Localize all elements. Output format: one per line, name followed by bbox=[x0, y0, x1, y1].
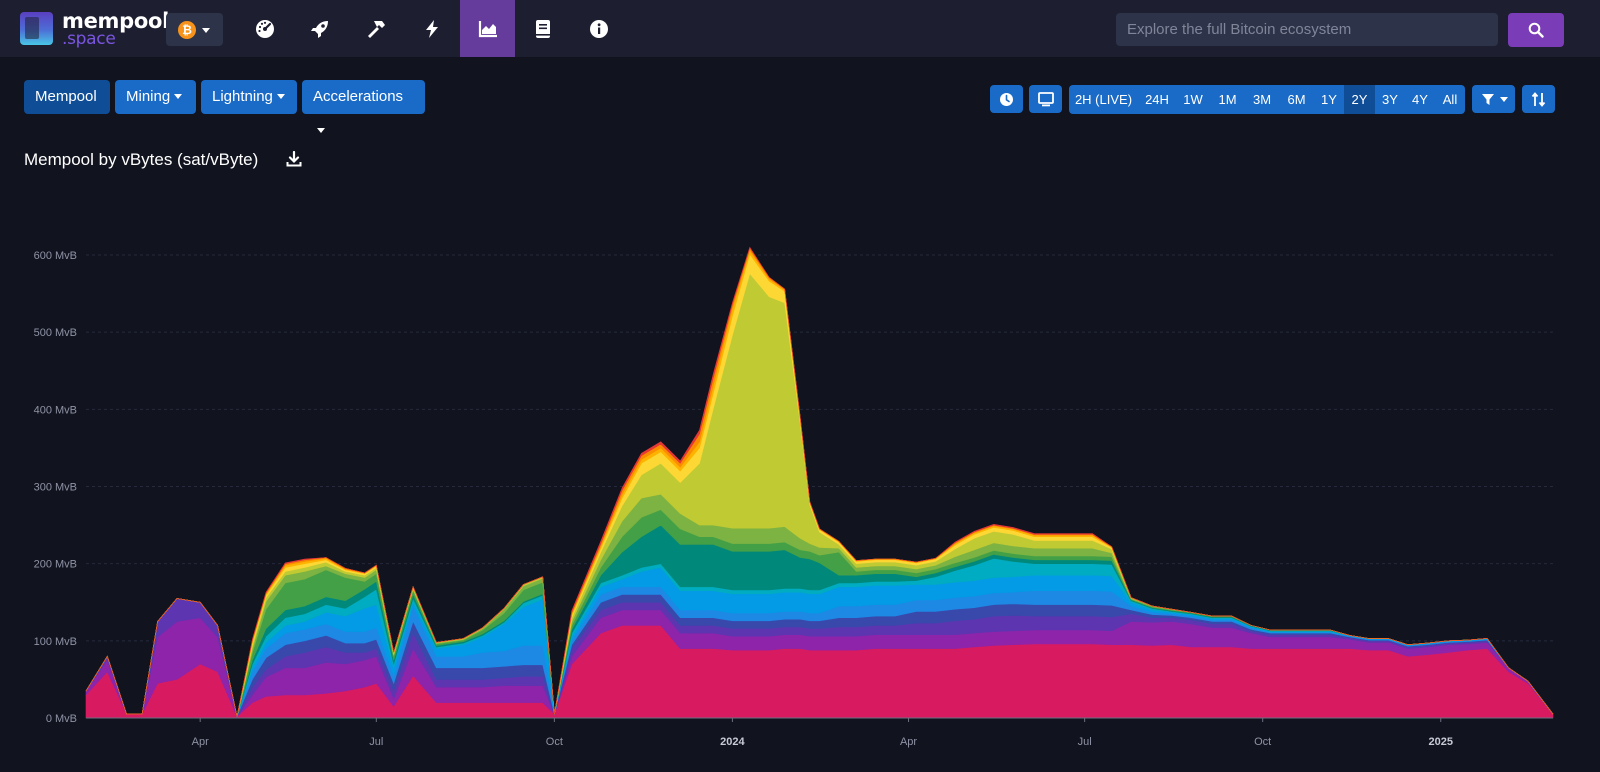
graph-icon bbox=[478, 21, 497, 38]
chevron-down-icon bbox=[317, 128, 325, 133]
clock-icon bbox=[1000, 93, 1013, 106]
range-4y[interactable]: 4Y bbox=[1405, 85, 1435, 114]
range-all[interactable]: All bbox=[1435, 85, 1465, 114]
fee-filter-button[interactable] bbox=[1472, 85, 1515, 113]
lightning-menu-button[interactable]: Lightning bbox=[201, 80, 297, 114]
y-tick-label: 600 MvB bbox=[34, 250, 77, 262]
invert-order-button[interactable] bbox=[1522, 85, 1555, 113]
mempool-stacked-area-chart[interactable]: 0 MvB 100 MvB 200 MvB 300 MvB 400 MvB 500 MvB… bbox=[0, 220, 1600, 772]
lightning-icon bbox=[426, 20, 438, 38]
network-selector[interactable]: ₿ bbox=[166, 13, 223, 46]
range-1w[interactable]: 1W bbox=[1176, 85, 1210, 114]
sort-icon bbox=[1531, 92, 1546, 107]
timespan-button[interactable] bbox=[990, 85, 1023, 113]
range-3m[interactable]: 3M bbox=[1245, 85, 1279, 114]
nav-mining[interactable] bbox=[348, 0, 403, 57]
top-navbar: mempool .space ₿ bbox=[0, 0, 1600, 57]
dashboard-icon bbox=[256, 20, 274, 38]
x-tick-label: Apr bbox=[192, 736, 209, 748]
search-button[interactable] bbox=[1508, 13, 1564, 47]
nav-accelerator[interactable] bbox=[292, 0, 347, 57]
nav-graphs[interactable] bbox=[460, 0, 515, 57]
y-tick-label: 500 MvB bbox=[34, 327, 77, 339]
range-6m[interactable]: 6M bbox=[1279, 85, 1314, 114]
x-tick-label: 2025 bbox=[1429, 736, 1453, 748]
chevron-down-icon bbox=[276, 94, 285, 99]
chevron-down-icon bbox=[202, 28, 210, 33]
range-24h[interactable]: 24H bbox=[1138, 85, 1176, 114]
monitor-icon bbox=[1038, 92, 1054, 107]
accelerations-menu-button[interactable]: Accelerations bbox=[302, 80, 425, 133]
lightning-menu-label: Lightning bbox=[212, 88, 273, 105]
x-tick-label: Jul bbox=[369, 736, 383, 748]
y-tick-label: 400 MvB bbox=[34, 404, 77, 416]
logo-domain: .space bbox=[62, 29, 116, 49]
rocket-icon bbox=[311, 21, 328, 38]
range-1y[interactable]: 1Y bbox=[1314, 85, 1344, 114]
range-2h-live[interactable]: 2H (LIVE) bbox=[1069, 85, 1138, 114]
nav-dashboard[interactable] bbox=[237, 0, 292, 57]
x-tick-label: Apr bbox=[900, 736, 917, 748]
logo-mark-icon bbox=[20, 12, 53, 45]
x-tick-label: 2024 bbox=[720, 736, 745, 748]
chevron-down-icon bbox=[1500, 97, 1508, 102]
book-icon bbox=[536, 20, 550, 38]
mempool-graph-label: Mempool bbox=[35, 88, 97, 105]
time-range-selector: 2H (LIVE) 24H 1W 1M 3M 6M 1Y 2Y 3Y 4Y Al… bbox=[1069, 85, 1465, 114]
bitcoin-icon: ₿ bbox=[178, 21, 196, 39]
download-icon[interactable] bbox=[286, 151, 302, 167]
tv-view-button[interactable] bbox=[1029, 85, 1062, 113]
mining-menu-label: Mining bbox=[126, 88, 171, 105]
search-input[interactable] bbox=[1116, 13, 1498, 46]
range-3y[interactable]: 3Y bbox=[1375, 85, 1405, 114]
nav-lightning[interactable] bbox=[404, 0, 459, 57]
mining-menu-button[interactable]: Mining bbox=[115, 80, 196, 114]
y-tick-label: 300 MvB bbox=[34, 482, 77, 494]
x-tick-label: Oct bbox=[1254, 736, 1271, 748]
mempool-logo[interactable]: mempool .space bbox=[20, 9, 169, 49]
search-icon bbox=[1528, 22, 1544, 38]
hammer-icon bbox=[368, 21, 385, 38]
y-tick-label: 100 MvB bbox=[34, 636, 77, 648]
range-2y[interactable]: 2Y bbox=[1344, 85, 1375, 114]
x-tick-label: Jul bbox=[1078, 736, 1092, 748]
chevron-down-icon bbox=[174, 94, 183, 99]
range-1m[interactable]: 1M bbox=[1210, 85, 1245, 114]
accelerations-menu-label: Accelerations bbox=[313, 88, 404, 105]
info-icon bbox=[590, 20, 608, 38]
filter-icon bbox=[1482, 94, 1494, 105]
nav-docs[interactable] bbox=[515, 0, 570, 57]
x-tick-label: Oct bbox=[546, 736, 563, 748]
mempool-graph-button[interactable]: Mempool bbox=[24, 80, 110, 114]
nav-about[interactable] bbox=[571, 0, 626, 57]
y-tick-label: 0 MvB bbox=[46, 713, 77, 725]
chart-title: Mempool by vBytes (sat/vByte) bbox=[24, 150, 259, 169]
y-tick-label: 200 MvB bbox=[34, 559, 77, 571]
chart-series bbox=[85, 246, 1554, 719]
